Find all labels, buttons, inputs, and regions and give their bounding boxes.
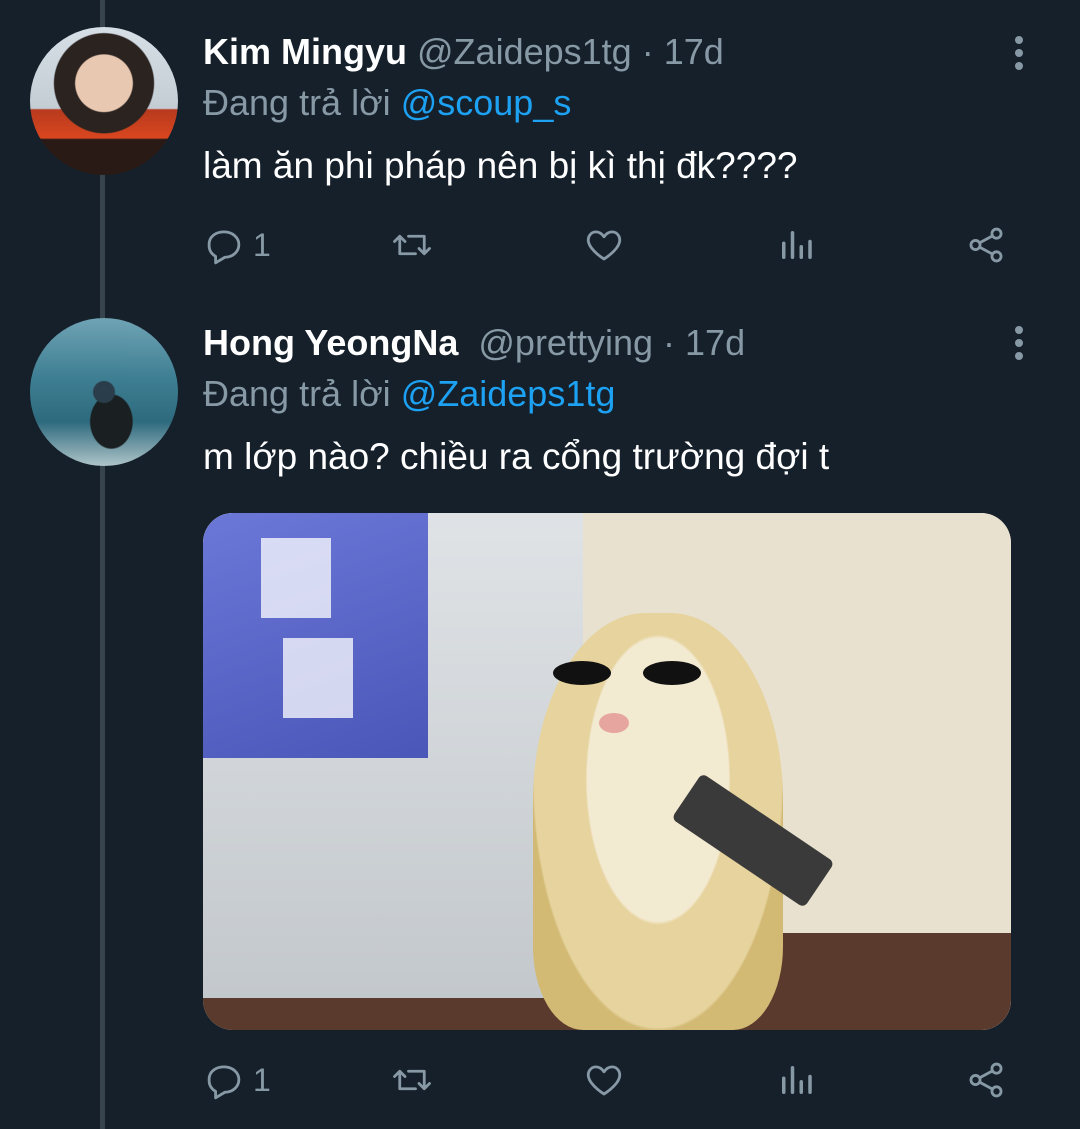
analytics-button[interactable] [775,220,817,270]
user-handle[interactable]: @prettying [478,322,653,363]
retweet-button[interactable] [391,220,433,270]
analytics-button[interactable] [775,1055,817,1105]
display-name[interactable]: Hong YeongNa [203,322,458,363]
mention-link[interactable]: @Zaideps1tg [401,373,616,414]
more-options-icon[interactable] [1005,326,1033,366]
avatar[interactable] [30,27,178,175]
analytics-icon [782,231,812,259]
tweet-text: m lớp nào? chiều ra cổng trường đợi t [203,436,830,477]
separator: · [663,322,676,363]
avatar[interactable] [30,318,178,466]
tweet-text: làm ăn phi pháp nên bị kì thị đk???? [203,145,798,186]
image-monitor [203,513,583,998]
tweet-actions: 1 [203,220,1023,270]
retweet-icon [393,1069,431,1091]
timestamp[interactable]: 17d [685,322,745,363]
like-icon [586,1065,622,1096]
image-screen-window [261,538,331,618]
analytics-icon [782,1066,812,1094]
retweet-button[interactable] [391,1055,433,1105]
image-screen-window [283,638,353,718]
share-button[interactable] [965,220,1007,270]
retweet-icon [393,234,431,256]
display-name[interactable]: Kim Mingyu [203,31,407,72]
replying-to: Đang trả lời @scoup_s [203,85,571,121]
replying-to: Đang trả lời @Zaideps1tg [203,376,615,412]
like-icon [586,230,622,261]
tweet-header: Kim Mingyu @Zaideps1tg · 17d [203,34,724,70]
image-monitor-screen [203,513,428,758]
mention-link[interactable]: @scoup_s [401,82,572,123]
reply-icon [207,1065,241,1100]
reply-count: 1 [253,226,271,263]
share-button[interactable] [965,1055,1007,1105]
tweet-header: Hong YeongNa @prettying · 17d [203,325,745,361]
reply-prefix: Đang trả lời [203,82,391,123]
share-icon [969,1062,1003,1098]
separator: · [641,31,654,72]
timestamp[interactable]: 17d [664,31,724,72]
more-options-icon[interactable] [1005,36,1033,76]
image-sunglasses [553,661,703,685]
reply-prefix: Đang trả lời [203,373,391,414]
image-hamster-nose [599,713,629,733]
tweet-image[interactable] [203,513,1011,1030]
reply-button[interactable]: 1 [203,1055,271,1105]
reply-count: 1 [253,1061,271,1098]
reply-button[interactable]: 1 [203,220,271,270]
like-button[interactable] [583,220,625,270]
like-button[interactable] [583,1055,625,1105]
tweet-actions: 1 [203,1055,1023,1105]
reply-icon [207,230,241,265]
share-icon [969,227,1003,263]
user-handle[interactable]: @Zaideps1tg [417,31,632,72]
